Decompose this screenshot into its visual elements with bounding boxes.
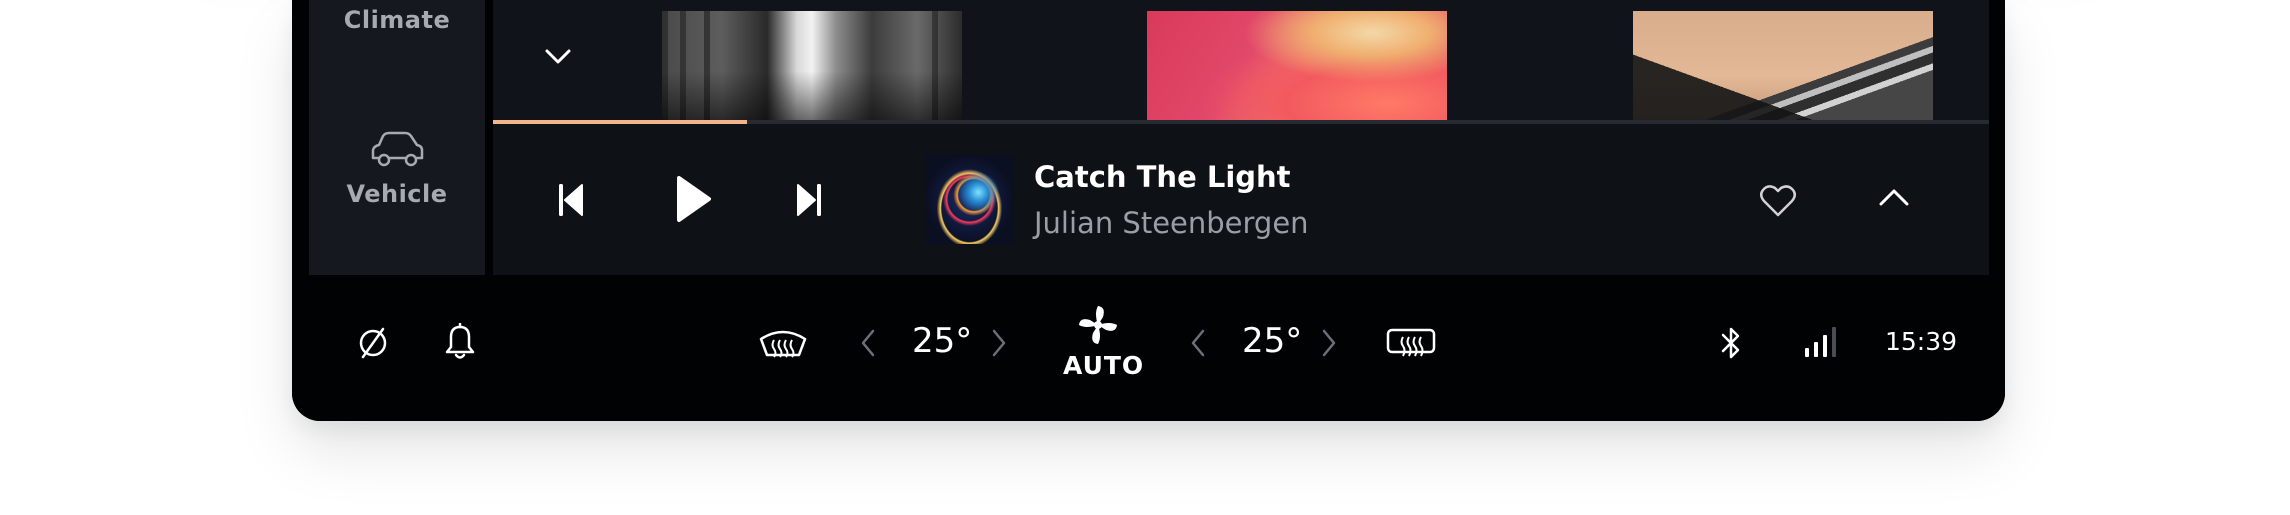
fan-icon[interactable] [1076,303,1120,347]
sidebar-item-label: Climate [343,6,451,34]
chevron-left-icon[interactable] [1189,327,1207,359]
heart-icon[interactable] [1759,184,1797,218]
media-thumbnail-dashboard[interactable] [1633,11,1933,120]
clock: 15:39 [1885,327,1958,356]
no-entry-icon[interactable] [356,325,390,361]
front-defrost-icon[interactable] [758,327,808,359]
media-thumbnail-city[interactable] [662,11,962,120]
media-thumbnail-abstract[interactable] [1147,11,1447,120]
chevron-down-icon[interactable] [543,46,573,66]
album-art[interactable] [925,155,1014,244]
left-temperature: 25° [912,321,973,361]
car-icon [371,131,424,167]
previous-icon[interactable] [557,183,585,217]
signal-icon [1805,327,1836,357]
play-icon[interactable] [673,174,713,224]
sidebar-item-label: Vehicle [346,180,448,208]
sidebar: Climate Vehicle [309,0,485,275]
track-artist: Julian Steenbergen [1034,206,1309,240]
sidebar-item-climate[interactable]: Climate [309,6,485,34]
bluetooth-icon[interactable] [1718,324,1744,362]
chevron-up-icon[interactable] [1877,186,1911,210]
bell-icon[interactable] [444,323,476,361]
fan-mode-label[interactable]: AUTO [1063,351,1144,380]
chevron-left-icon[interactable] [859,327,877,359]
media-panel: Catch The Light Julian Steenbergen [493,0,1989,275]
chevron-right-icon[interactable] [990,327,1008,359]
rear-defrost-icon[interactable] [1385,327,1437,359]
status-climate-bar: 25° AUTO 25° 15:39 [292,275,2005,421]
track-title: Catch The Light [1034,160,1291,194]
media-browse-strip [493,0,1989,120]
chevron-right-icon[interactable] [1320,327,1338,359]
infotainment-screen: Climate Vehicle Catch The Light Julian S… [292,0,2005,421]
right-temperature: 25° [1242,321,1303,361]
playback-controls: Catch The Light Julian Steenbergen [493,124,1989,275]
next-icon[interactable] [795,183,823,217]
sidebar-item-vehicle[interactable]: Vehicle [309,130,485,208]
